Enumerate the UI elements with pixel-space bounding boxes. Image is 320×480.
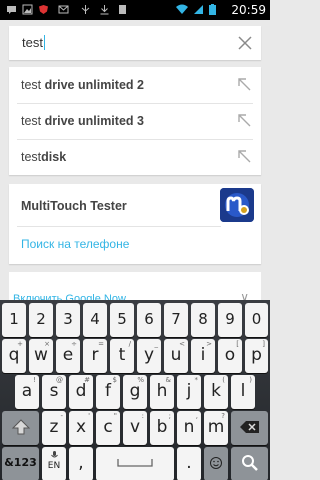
key-r[interactable]: r = [83, 339, 107, 373]
space-key[interactable] [96, 447, 174, 480]
key-g[interactable]: g% [123, 375, 147, 409]
wifi-icon [176, 4, 188, 14]
arrow-up-left-icon[interactable] [237, 113, 251, 127]
usb-icon [81, 5, 90, 14]
key-2[interactable]: 2 [29, 303, 53, 337]
search-query: test [22, 35, 43, 50]
key-v[interactable]: v: [123, 411, 147, 445]
sd-card-icon [119, 5, 126, 14]
key-comma[interactable]: , [69, 447, 93, 480]
key-6[interactable]: 6 [137, 303, 161, 337]
search-bar[interactable]: test [9, 26, 261, 60]
key-m[interactable]: m? [204, 411, 228, 445]
key-8[interactable]: 8 [191, 303, 215, 337]
key-z[interactable]: z- [42, 411, 66, 445]
suggestion-text: test drive unlimited 3 [21, 114, 144, 128]
key-7[interactable]: 7 [164, 303, 188, 337]
google-now-card: Включить Google Now ∨ [9, 272, 261, 305]
key-i[interactable]: i > [191, 339, 215, 373]
key-j[interactable]: j * [177, 375, 201, 409]
key-e[interactable]: e ÷ [56, 339, 80, 373]
status-time: 20:59 [231, 3, 266, 17]
key-1[interactable]: 1 [2, 303, 26, 337]
key-t[interactable]: t / [110, 339, 134, 373]
key-4[interactable]: 4 [83, 303, 107, 337]
symbols-key[interactable]: &123 [2, 447, 39, 480]
key-x[interactable]: x ' [69, 411, 93, 445]
space-bar-icon [117, 459, 153, 467]
suggestion-text: testdisk [21, 150, 67, 164]
key-f[interactable]: f $ [96, 375, 120, 409]
key-n[interactable]: n, [177, 411, 201, 445]
microphone-icon [50, 451, 58, 458]
battery-icon [209, 4, 216, 15]
signal-icon [194, 5, 203, 14]
backspace-key[interactable] [231, 411, 268, 445]
arrow-up-left-icon[interactable] [237, 149, 251, 163]
status-bar: 20:59 [0, 0, 270, 20]
close-icon[interactable] [235, 33, 255, 53]
divider [17, 226, 221, 227]
key-s[interactable]: s @ [42, 375, 66, 409]
message-icon [7, 6, 16, 14]
key-o[interactable]: o[ [218, 339, 242, 373]
key-q[interactable]: q + [2, 339, 26, 373]
key-a[interactable]: a! [15, 375, 39, 409]
email-icon [58, 5, 69, 14]
backspace-icon [239, 421, 259, 433]
key-w[interactable]: w × [29, 339, 53, 373]
key-3[interactable]: 3 [56, 303, 80, 337]
key-b[interactable]: b; [150, 411, 174, 445]
shield-icon [39, 5, 48, 14]
key-period[interactable]: . [177, 447, 201, 480]
key-9[interactable]: 9 [218, 303, 242, 337]
search-on-phone-link[interactable]: Поиск на телефоне [21, 237, 129, 251]
suggestions-list: test drive unlimited 2 test drive unlimi… [9, 67, 261, 175]
key-c[interactable]: c " [96, 411, 120, 445]
soft-keyboard: 1 2 3 4 5 6 7 8 9 0 q + w × e ÷ r = t / y _ u <… [0, 300, 270, 480]
suggestion-item[interactable]: testdisk [9, 139, 261, 175]
text-cursor [43, 35, 45, 50]
app-result-card: MultiTouch Tester Поиск на телефоне [9, 184, 261, 264]
key-0[interactable]: 0 [245, 303, 268, 337]
download-icon [100, 5, 109, 15]
search-input[interactable]: test [22, 35, 45, 50]
search-icon [241, 455, 258, 471]
key-k[interactable]: k( [204, 375, 228, 409]
search-key[interactable] [231, 447, 268, 480]
multitouch-tester-icon[interactable] [220, 188, 254, 222]
key-y[interactable]: y _ [137, 339, 161, 373]
key-h[interactable]: h & [150, 375, 174, 409]
photo-icon [22, 4, 33, 15]
smiley-key[interactable] [204, 447, 228, 480]
shift-arrow-icon [11, 419, 30, 435]
key-l[interactable]: l) [231, 375, 255, 409]
suggestion-item[interactable]: test drive unlimited 2 [9, 67, 261, 103]
key-5[interactable]: 5 [110, 303, 134, 337]
suggestion-item[interactable]: test drive unlimited 3 [9, 103, 261, 139]
key-u[interactable]: u < [164, 339, 188, 373]
shift-key[interactable] [2, 411, 39, 445]
suggestion-text: test drive unlimited 2 [21, 78, 144, 92]
arrow-up-left-icon[interactable] [237, 77, 251, 91]
app-result-name[interactable]: MultiTouch Tester [21, 199, 127, 213]
smiley-icon [210, 457, 222, 469]
key-d[interactable]: d # [69, 375, 93, 409]
key-p[interactable]: p] [245, 339, 268, 373]
language-key[interactable]: EN [42, 447, 66, 480]
